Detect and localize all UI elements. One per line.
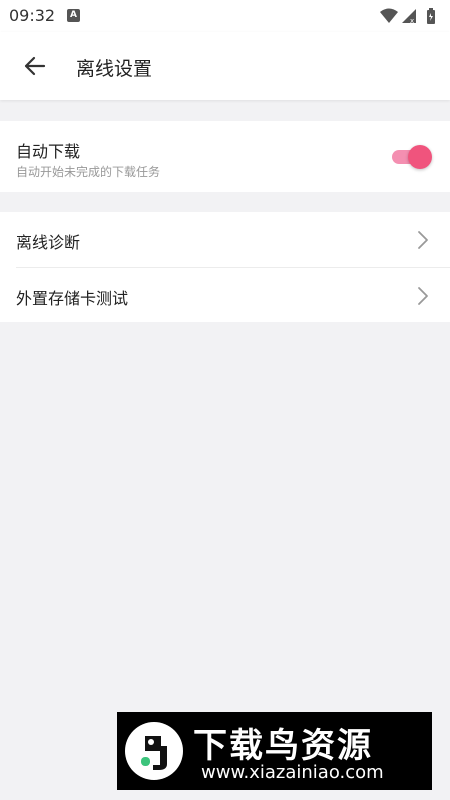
watermark-title: 下载鸟资源 <box>193 726 373 766</box>
sdcard-test-label: 外置存储卡测试 <box>16 289 129 308</box>
svg-text:x: x <box>410 17 414 25</box>
screen: 09:32 A x 离线设置 自动下载 自动开始未完成的下载任务 离线诊断 外置… <box>0 0 450 800</box>
wifi-icon <box>380 8 398 23</box>
notification-icon: A <box>67 9 80 22</box>
toolbar: 离线设置 <box>0 32 450 100</box>
watermark-url: www.xiazainiao.com <box>201 762 384 783</box>
status-time: 09:32 <box>9 6 56 25</box>
status-icons: x <box>378 7 440 25</box>
auto-download-description: 自动开始未完成的下载任务 <box>16 165 161 179</box>
sdcard-test-row[interactable]: 外置存储卡测试 <box>0 268 450 323</box>
battery-icon <box>427 8 435 24</box>
auto-download-title: 自动下载 <box>16 142 81 161</box>
chevron-right-icon <box>418 231 428 249</box>
offline-diagnosis-row[interactable]: 离线诊断 <box>0 212 450 267</box>
chevron-right-icon <box>418 287 428 305</box>
status-bar: 09:32 A x <box>0 0 450 32</box>
signal-icon: x <box>402 9 416 25</box>
page-title: 离线设置 <box>76 58 153 80</box>
bird-logo-icon <box>125 722 183 780</box>
toggle-thumb <box>408 145 432 169</box>
arrow-left-icon[interactable] <box>22 53 48 79</box>
auto-download-toggle[interactable] <box>392 145 432 169</box>
offline-diagnosis-label: 离线诊断 <box>16 233 81 252</box>
watermark-banner: 下载鸟资源 www.xiazainiao.com <box>117 712 432 790</box>
auto-download-row[interactable]: 自动下载 自动开始未完成的下载任务 <box>0 121 450 192</box>
